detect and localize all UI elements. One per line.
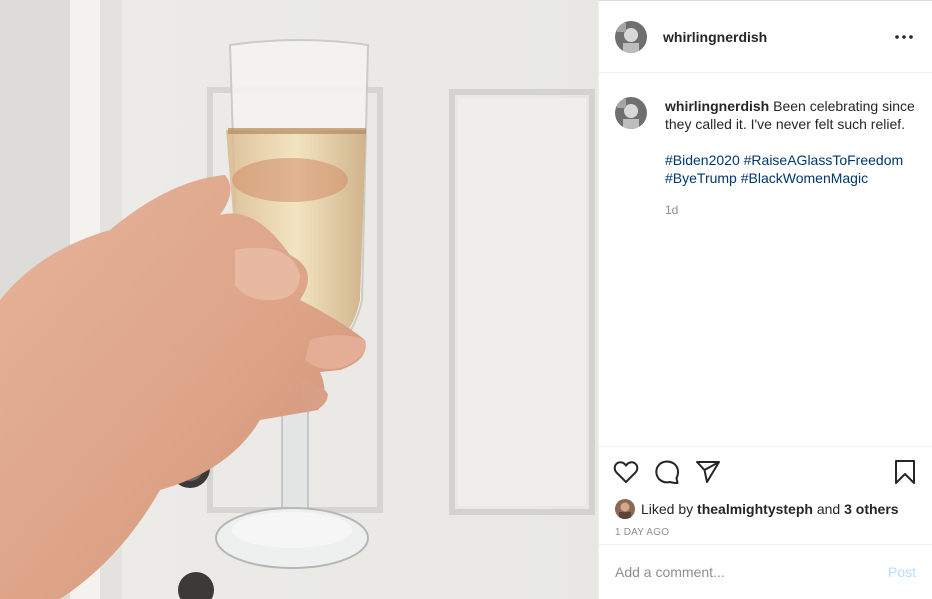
post-photo[interactable]	[0, 0, 598, 599]
action-bar	[599, 447, 932, 497]
author-username[interactable]: whirlingnerdish	[663, 29, 767, 45]
liker-avatar[interactable]	[615, 499, 635, 519]
likes-summary: Liked by thealmightysteph and 3 others	[599, 497, 932, 521]
champagne-photo	[0, 0, 598, 599]
post-actions-area: Liked by thealmightysteph and 3 others 1…	[599, 446, 932, 547]
likes-prefix: Liked by	[641, 501, 694, 517]
share-icon	[696, 461, 720, 483]
hashtag-link[interactable]: #BlackWomenMagic	[741, 170, 868, 186]
share-button[interactable]	[695, 459, 721, 485]
post-caption: whirlingnerdish Been celebrating since t…	[599, 73, 932, 219]
likes-joiner: and	[816, 501, 841, 517]
more-options-button[interactable]	[892, 25, 916, 49]
liker-avatar-image	[615, 499, 635, 519]
avatar-image	[615, 20, 647, 53]
bookmark-icon	[895, 460, 915, 484]
heart-icon	[613, 461, 639, 483]
caption-timestamp[interactable]: 1d	[665, 201, 915, 219]
caption-author-avatar[interactable]	[615, 97, 647, 129]
avatar-image	[615, 97, 647, 129]
hashtag-link[interactable]: #RaiseAGlassToFreedom	[744, 152, 904, 168]
post-header: whirlingnerdish	[599, 1, 932, 73]
more-options-icon	[895, 34, 913, 39]
comment-button[interactable]	[654, 459, 680, 485]
hashtag-link[interactable]: #ByeTrump	[665, 170, 737, 186]
post-details-panel: whirlingnerdish whirlingnerdish Been cel…	[598, 0, 932, 599]
liker-username[interactable]: thealmightysteph	[697, 501, 813, 517]
comment-input[interactable]	[615, 564, 888, 580]
caption-hashtags: #Biden2020 #RaiseAGlassToFreedom #ByeTru…	[665, 151, 915, 187]
comment-icon	[655, 460, 680, 484]
like-button[interactable]	[613, 459, 639, 485]
caption-body: whirlingnerdish Been celebrating since t…	[665, 97, 915, 219]
save-button[interactable]	[892, 459, 918, 485]
comment-form: Post	[599, 544, 932, 599]
likes-others-link[interactable]: 3 others	[844, 501, 898, 517]
post-comment-button[interactable]: Post	[888, 564, 916, 580]
hashtag-link[interactable]: #Biden2020	[665, 152, 740, 168]
caption-username[interactable]: whirlingnerdish	[665, 98, 769, 114]
author-avatar[interactable]	[615, 20, 647, 53]
